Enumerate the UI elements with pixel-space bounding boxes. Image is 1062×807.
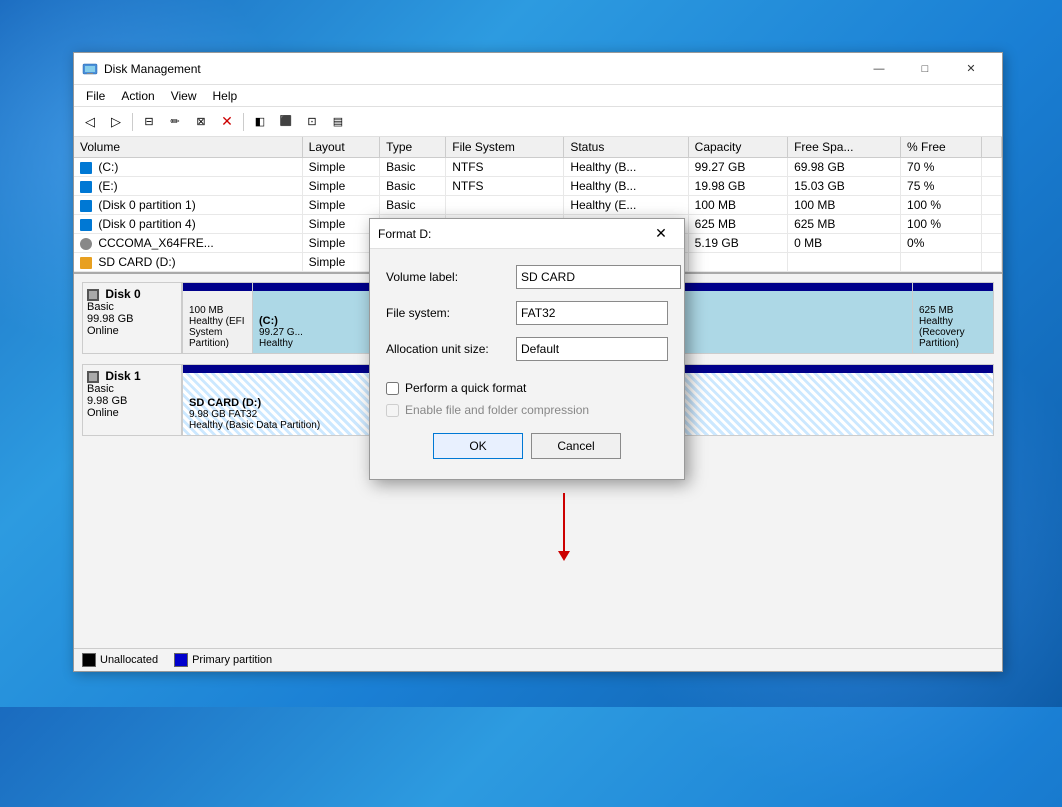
disk0-size: 99.98 GB xyxy=(87,313,177,325)
vol-icon xyxy=(80,200,92,212)
alloc-unit-select[interactable]: Default 512 1024 2048 4096 xyxy=(516,337,668,361)
dialog-buttons: OK Cancel xyxy=(386,425,668,463)
back-button[interactable]: ◁ xyxy=(78,110,102,134)
format-dialog: Format D: ✕ Volume label: File system: F… xyxy=(369,218,685,480)
col-status: Status xyxy=(564,137,688,158)
compression-row: Enable file and folder compression xyxy=(386,403,668,417)
legend-primary-box xyxy=(174,653,188,667)
legend-unallocated-box xyxy=(82,653,96,667)
menu-help[interactable]: Help xyxy=(205,87,246,105)
col-extra xyxy=(981,137,1001,158)
menu-file[interactable]: File xyxy=(78,87,113,105)
alloc-unit-select-wrapper: Default 512 1024 2048 4096 xyxy=(516,337,668,361)
legend-primary: Primary partition xyxy=(174,653,272,667)
vol-icon xyxy=(80,162,92,174)
ok-button[interactable]: OK xyxy=(433,433,523,459)
title-bar: Disk Management — □ ✕ xyxy=(74,53,1002,85)
sd-icon xyxy=(80,257,92,269)
file-system-label: File system: xyxy=(386,306,516,320)
quick-format-row: Perform a quick format xyxy=(386,381,668,395)
dialog-title-bar: Format D: ✕ xyxy=(370,219,684,249)
dialog-title: Format D: xyxy=(378,227,646,241)
toolbar-btn-8[interactable]: ⬛ xyxy=(274,110,298,134)
quick-format-checkbox[interactable] xyxy=(386,382,399,395)
table-row[interactable]: (E:) Simple Basic NTFS Healthy (B... 19.… xyxy=(74,177,1002,196)
legend-primary-label: Primary partition xyxy=(192,654,272,666)
disk0-efi-size: 100 MB xyxy=(189,305,246,316)
menu-bar: File Action View Help xyxy=(74,85,1002,107)
window-icon xyxy=(82,61,98,77)
disk-management-window: Disk Management — □ ✕ File Action View H… xyxy=(73,52,1003,672)
separator-2 xyxy=(243,113,244,131)
col-volume: Volume xyxy=(74,137,302,158)
table-row[interactable]: (C:) Simple Basic NTFS Healthy (B... 99.… xyxy=(74,158,1002,177)
col-type: Type xyxy=(380,137,446,158)
col-layout: Layout xyxy=(302,137,380,158)
disk0-efi-type: Healthy (EFI System Partition) xyxy=(189,316,246,349)
menu-view[interactable]: View xyxy=(163,87,205,105)
toolbar-btn-10[interactable]: ▤ xyxy=(326,110,350,134)
window-title: Disk Management xyxy=(104,62,856,76)
disk0-recovery-size: 625 MB xyxy=(919,305,987,316)
col-capacity: Capacity xyxy=(688,137,787,158)
vol-icon xyxy=(80,181,92,193)
legend: Unallocated Primary partition xyxy=(74,648,1002,671)
disk1-size: 9.98 GB xyxy=(87,395,177,407)
volume-label-label: Volume label: xyxy=(386,270,516,284)
volume-label-input[interactable] xyxy=(516,265,681,289)
toolbar-btn-5[interactable]: ⊠ xyxy=(189,110,213,134)
disk1-status: Online xyxy=(87,407,177,419)
toolbar-btn-3[interactable]: ⊟ xyxy=(137,110,161,134)
window-controls: — □ ✕ xyxy=(856,53,994,85)
disk0-label: Disk 0 Basic 99.98 GB Online xyxy=(82,282,182,354)
vol-icon xyxy=(80,219,92,231)
close-button[interactable]: ✕ xyxy=(948,53,994,85)
compression-label: Enable file and folder compression xyxy=(405,403,589,417)
minimize-button[interactable]: — xyxy=(856,53,902,85)
toolbar: ◁ ▷ ⊟ ✏ ⊠ ✕ ◧ ⬛ ⊡ ▤ xyxy=(74,107,1002,137)
dialog-body: Volume label: File system: FAT32 NTFS ex… xyxy=(370,249,684,479)
disk1-type: Basic xyxy=(87,383,177,395)
alloc-unit-label: Allocation unit size: xyxy=(386,342,516,356)
disk1-name: Disk 1 xyxy=(87,369,177,383)
legend-unallocated-label: Unallocated xyxy=(100,654,158,666)
disk0-efi-partition[interactable]: 100 MB Healthy (EFI System Partition) xyxy=(183,283,253,353)
disk0-recovery-type: Healthy (Recovery Partition) xyxy=(919,316,987,349)
disk0-type: Basic xyxy=(87,301,177,313)
menu-action[interactable]: Action xyxy=(113,87,162,105)
cancel-button[interactable]: Cancel xyxy=(531,433,621,459)
col-filesystem: File System xyxy=(446,137,564,158)
alloc-unit-row: Allocation unit size: Default 512 1024 2… xyxy=(386,337,668,361)
file-system-row: File system: FAT32 NTFS exFAT xyxy=(386,301,668,325)
file-system-select[interactable]: FAT32 NTFS exFAT xyxy=(516,301,668,325)
separator-1 xyxy=(132,113,133,131)
toolbar-btn-7[interactable]: ◧ xyxy=(248,110,272,134)
col-freespace: Free Spa... xyxy=(788,137,901,158)
maximize-button[interactable]: □ xyxy=(902,53,948,85)
disk0-name: Disk 0 xyxy=(87,287,177,301)
disk0-status: Online xyxy=(87,325,177,337)
toolbar-btn-red-x[interactable]: ✕ xyxy=(215,110,239,134)
volume-label-row: Volume label: xyxy=(386,265,668,289)
cd-icon xyxy=(80,238,92,250)
file-system-select-wrapper: FAT32 NTFS exFAT xyxy=(516,301,668,325)
toolbar-btn-4[interactable]: ✏ xyxy=(163,110,187,134)
disk1-label: Disk 1 Basic 9.98 GB Online xyxy=(82,364,182,436)
forward-button[interactable]: ▷ xyxy=(104,110,128,134)
legend-unallocated: Unallocated xyxy=(82,653,158,667)
toolbar-btn-9[interactable]: ⊡ xyxy=(300,110,324,134)
disk0-recovery-partition[interactable]: 625 MB Healthy (Recovery Partition) xyxy=(913,283,993,353)
table-row[interactable]: (Disk 0 partition 1) Simple Basic Health… xyxy=(74,196,1002,215)
dialog-close-button[interactable]: ✕ xyxy=(646,219,676,249)
compression-checkbox[interactable] xyxy=(386,404,399,417)
quick-format-label: Perform a quick format xyxy=(405,381,526,395)
col-pctfree: % Free xyxy=(901,137,982,158)
